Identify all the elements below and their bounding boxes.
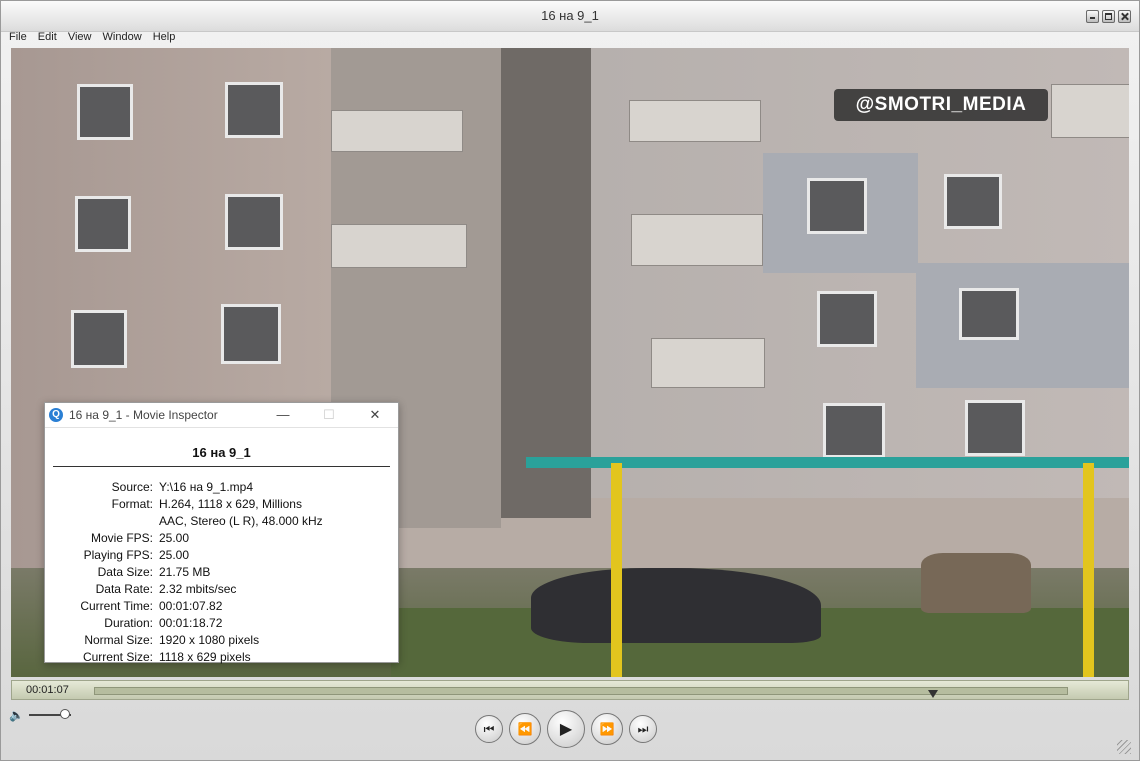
window-pane [823, 403, 885, 458]
info-row: Playing FPS: 25.00 [45, 547, 398, 564]
info-row: AAC, Stereo (L R), 48.000 kHz [45, 513, 398, 530]
info-value: 21.75 MB [159, 565, 211, 579]
window-pane [221, 304, 281, 364]
info-row: Data Rate: 2.32 mbits/sec [45, 581, 398, 598]
info-label: Playing FPS: [83, 548, 153, 562]
window-pane [944, 174, 1002, 229]
window-pane [77, 84, 133, 140]
info-label: Format: [111, 497, 153, 511]
fast-forward-button[interactable]: ⏩ [591, 713, 623, 745]
info-row: Data Size: 21.75 MB [45, 564, 398, 581]
watermark: @SMOTRI_MEDIA [834, 89, 1048, 121]
info-value: AAC, Stereo (L R), 48.000 kHz [159, 514, 323, 528]
info-label: Duration: [104, 616, 153, 630]
progress-track[interactable] [94, 687, 1068, 698]
resize-grip[interactable] [1117, 740, 1131, 754]
window-pane [71, 310, 127, 368]
inspector-title-bar[interactable]: Q 16 на 9_1 - Movie Inspector — ☐ ✕ [45, 403, 398, 428]
transport-controls: ⏮ ⏪ ▶ ⏩ ⏭ [475, 709, 657, 749]
movie-name: 16 на 9_1 [192, 445, 251, 460]
info-value: H.264, 1118 x 629, Millions [159, 497, 302, 511]
go-to-start-button[interactable]: ⏮ [475, 715, 503, 743]
play-button[interactable]: ▶ [547, 710, 585, 748]
info-label: Normal Size: [84, 633, 153, 647]
maximize-button[interactable] [1102, 10, 1115, 23]
tree-stump [921, 553, 1031, 613]
inspector-close-button[interactable]: ✕ [352, 403, 398, 427]
info-label [45, 513, 159, 530]
info-row: Source: Y:\16 на 9_1.mp4 [45, 479, 398, 496]
go-to-end-button[interactable]: ⏭ [629, 715, 657, 743]
info-label: Data Size: [97, 565, 153, 579]
menu-edit[interactable]: Edit [38, 31, 57, 43]
timeline-bar: 00:01:07 [11, 680, 1129, 700]
info-value: 2.32 mbits/sec [159, 582, 237, 596]
info-value: 00:01:07.82 [159, 599, 223, 613]
info-label: Current Size: [82, 650, 153, 664]
inspector-title: 16 на 9_1 - Movie Inspector [69, 408, 218, 422]
close-button[interactable] [1118, 10, 1131, 23]
info-value: 25.00 [159, 548, 190, 562]
playhead-handle[interactable] [927, 690, 938, 698]
grey-panel [916, 263, 1129, 388]
current-time: 00:01:07 [26, 684, 69, 696]
swing-pole [611, 463, 622, 677]
balcony [631, 214, 763, 266]
info-label: Source: [111, 480, 153, 494]
movie-inspector-dialog[interactable]: Q 16 на 9_1 - Movie Inspector — ☐ ✕ 16 н… [44, 402, 399, 666]
info-label: Current Time: [80, 599, 153, 613]
volume-knob[interactable] [59, 709, 70, 719]
debris-pile [531, 568, 821, 643]
speaker-icon[interactable]: 🔈 [9, 708, 24, 722]
info-row: Format: H.264, 1118 x 629, Millions [45, 496, 398, 513]
menu-bar: File Edit View Window Help [1, 31, 1139, 48]
info-row: Movie FPS: 25.00 [45, 530, 398, 547]
window-pane [807, 178, 867, 234]
balcony [1051, 84, 1129, 138]
swing-pole [1083, 463, 1094, 677]
inspector-maximize-button: ☐ [323, 407, 335, 422]
rewind-button[interactable]: ⏪ [509, 713, 541, 745]
quicktime-icon: Q [49, 408, 63, 422]
info-value: 00:01:18.72 [159, 616, 223, 630]
info-row: Current Time: 00:01:07.82 [45, 598, 398, 615]
balcony [629, 100, 761, 142]
window-title: 16 на 9_1 [541, 8, 599, 23]
menu-view[interactable]: View [68, 31, 92, 43]
info-value: Y:\16 на 9_1.mp4 [159, 480, 254, 494]
balcony [331, 224, 467, 268]
window-pane [225, 194, 283, 250]
balcony [651, 338, 765, 388]
stairwell [501, 48, 591, 518]
info-list: Source: Y:\16 на 9_1.mp4 Format: H.264, 11… [45, 479, 398, 666]
window-pane [225, 82, 283, 138]
menu-file[interactable]: File [9, 31, 27, 43]
info-label: Data Rate: [95, 582, 153, 596]
inspector-minimize-button[interactable]: — [260, 403, 306, 427]
window-pane [75, 196, 131, 252]
title-bar[interactable]: 16 на 9_1 [1, 1, 1139, 32]
info-label: Movie FPS: [90, 531, 153, 545]
window-pane [817, 291, 877, 347]
info-value: 1118 x 629 pixels [159, 650, 251, 664]
info-row: Current Size: 1118 x 629 pixels [45, 649, 398, 666]
divider [53, 466, 390, 467]
info-row: Normal Size: 1920 x 1080 pixels [45, 632, 398, 649]
menu-help[interactable]: Help [153, 31, 176, 43]
window-pane [965, 400, 1025, 456]
minimize-button[interactable] [1086, 10, 1099, 23]
player-window: 16 на 9_1 File Edit View Window Help @SM… [0, 0, 1140, 761]
window-pane [959, 288, 1019, 340]
info-row: Duration: 00:01:18.72 [45, 615, 398, 632]
info-value: 1920 x 1080 pixels [159, 633, 260, 647]
menu-window[interactable]: Window [103, 31, 142, 43]
info-value: 25.00 [159, 531, 190, 545]
balcony [331, 110, 463, 152]
